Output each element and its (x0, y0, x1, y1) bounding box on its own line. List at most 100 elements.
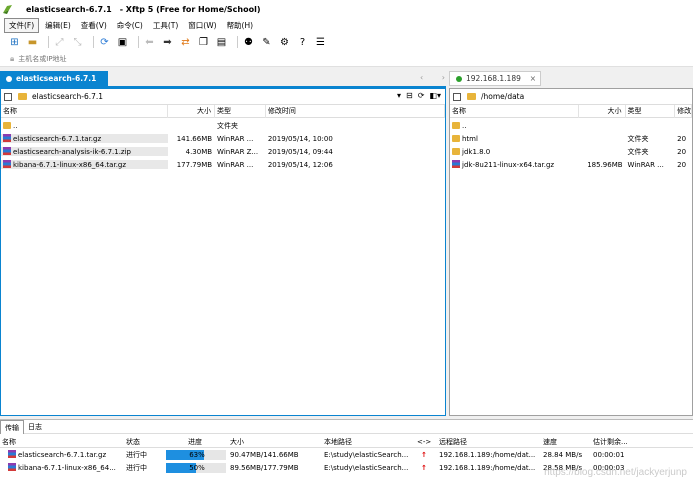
col-name[interactable]: 名称 (450, 104, 579, 118)
xftp-logo-icon (3, 4, 12, 14)
col-local-path[interactable]: 本地路径 (322, 437, 415, 447)
col-progress[interactable]: 进度 (162, 437, 228, 447)
file-type: 文件夹 (627, 134, 649, 143)
progress-label: 50% (189, 463, 205, 472)
chevron-down-icon[interactable]: ▾ (397, 91, 401, 100)
col-size[interactable]: 大小 (228, 437, 322, 447)
close-icon[interactable]: × (530, 74, 536, 83)
file-row[interactable]: .. (450, 119, 692, 132)
menu-window[interactable]: 窗口(W) (184, 19, 220, 32)
tab-local[interactable]: elasticsearch-6.7.1 (0, 71, 108, 86)
transfer-name: kibana-6.7.1-linux-x86_64... (0, 463, 124, 472)
col-speed[interactable]: 速度 (541, 437, 591, 447)
transfer-column-header: 名称 状态 进度 大小 本地路径 <-> 远程路径 速度 估计剩余... (0, 436, 693, 448)
transfer-progress: 50% (162, 462, 228, 473)
col-size[interactable]: 大小 (579, 104, 626, 118)
file-name-cell: .. (450, 121, 579, 130)
upload-arrow-icon: ↑ (421, 450, 427, 459)
refresh-icon[interactable]: ⟳ (98, 36, 111, 49)
help-icon[interactable]: ? (296, 36, 309, 49)
menu-help[interactable]: 帮助(H) (223, 19, 258, 32)
folder-icon (452, 134, 460, 142)
view-menu-icon[interactable]: ◧▾ (429, 91, 441, 100)
file-row[interactable]: jdk1.8.0 文件夹 20 (450, 145, 692, 158)
folder-icon (18, 93, 27, 100)
copy-icon[interactable]: ❐ (197, 36, 210, 49)
file-size: 177.79MB (176, 160, 213, 169)
tab-nav-arrows-icon[interactable]: ‹ › (420, 73, 453, 82)
file-name-cell: jdk1.8.0 (450, 147, 579, 156)
file-row[interactable]: kibana-6.7.1-linux-x86_64.tar.gz 177.79MB… (1, 158, 445, 171)
menu-command[interactable]: 命令(C) (113, 19, 147, 32)
menu-edit[interactable]: 编辑(E) (41, 19, 75, 32)
permissions-icon[interactable]: ⚉ (242, 36, 255, 49)
file-type: WinRAR ... (217, 134, 254, 143)
forward-arrow-icon[interactable]: ➡ (161, 36, 174, 49)
col-mtime[interactable]: 修改 (675, 104, 692, 118)
col-eta[interactable]: 估计剩余... (591, 437, 651, 447)
col-status[interactable]: 状态 (124, 437, 162, 447)
file-name: .. (13, 121, 18, 130)
properties-icon[interactable]: ✎ (260, 36, 273, 49)
col-type[interactable]: 类型 (215, 104, 266, 118)
settings-gear-icon[interactable]: ⚙ (278, 36, 291, 49)
sync-icon[interactable]: ⇄ (179, 36, 192, 49)
tab-log[interactable]: 日志 (24, 420, 46, 434)
file-row[interactable]: elasticsearch-6.7.1.tar.gz 141.66MB WinRAR… (1, 132, 445, 145)
folder-icon (3, 121, 11, 129)
paste-icon[interactable]: ▤ (215, 36, 228, 49)
file-name: .. (462, 121, 467, 130)
file-row[interactable]: elasticsearch-analysis-ik-6.7.1.zip 4.30M… (1, 145, 445, 158)
disconnect-icon[interactable]: ⤡ (71, 36, 84, 49)
file-type: WinRAR ... (217, 160, 254, 169)
back-arrow-icon[interactable]: ⬅ (143, 36, 156, 49)
refresh-icon[interactable]: ⟳ (418, 91, 425, 100)
folder-up-icon[interactable]: ⊟ (406, 91, 413, 100)
file-name-cell: html (450, 134, 579, 143)
col-mtime[interactable]: 修改时间 (266, 104, 445, 118)
archive-file-icon (3, 147, 11, 155)
window-subtitle: - Xftp 5 (Free for Home/School) (119, 4, 261, 14)
transfer-direction: ↑ (415, 464, 437, 472)
transfer-file-name: elasticsearch-6.7.1.tar.gz (18, 451, 107, 459)
transfer-speed: 28.84 MB/s (543, 450, 583, 459)
remote-path[interactable]: /home/data (481, 92, 524, 101)
file-size: 141.66MB (176, 134, 213, 143)
file-row[interactable]: jdk-8u211-linux-x64.tar.gz 185.96MB WinRAR… (450, 158, 692, 171)
col-size[interactable]: 大小 (168, 104, 216, 118)
file-name-cell: elasticsearch-6.7.1.tar.gz (1, 134, 169, 143)
tab-remote[interactable]: 192.168.1.189 × (449, 71, 541, 86)
connect-icon[interactable]: ⤢ (53, 36, 66, 49)
view-toggle-icon[interactable] (4, 92, 12, 101)
terminal-icon[interactable]: ▣ (116, 36, 129, 49)
view-toggle-icon[interactable] (453, 92, 461, 101)
toolbar-separator (237, 36, 238, 48)
transfer-size: 90.47MB/141.66MB (230, 450, 299, 459)
menu-tools[interactable]: 工具(T) (149, 19, 182, 32)
col-name[interactable]: 名称 (1, 104, 169, 118)
tab-remote-label: 192.168.1.189 (466, 74, 521, 83)
tab-status-dot-icon (6, 75, 12, 82)
file-mtime: 20 (677, 134, 687, 143)
comment-icon[interactable]: ☰ (314, 36, 327, 49)
col-type[interactable]: 类型 (626, 104, 676, 118)
new-session-icon[interactable]: ⊞ (8, 36, 21, 49)
transfer-row[interactable]: elasticsearch-6.7.1.tar.gz 进行中 63% 90.47MB/… (0, 448, 693, 461)
transfer-direction: ↑ (415, 451, 437, 459)
menu-file[interactable]: 文件(F) (4, 18, 40, 33)
host-input[interactable] (18, 54, 219, 63)
open-folder-icon[interactable]: ▬ (26, 36, 39, 49)
file-name: jdk-8u211-linux-x64.tar.gz (462, 161, 555, 169)
col-name[interactable]: 名称 (0, 437, 124, 447)
archive-file-icon (8, 450, 16, 458)
file-mtime: 2019/05/14, 10:00 (267, 134, 333, 143)
tab-transfer[interactable]: 传输 (0, 419, 24, 434)
col-remote-path[interactable]: 远程路径 (437, 437, 541, 447)
file-row[interactable]: .. 文件夹 (1, 119, 445, 132)
file-name-cell: kibana-6.7.1-linux-x86_64.tar.gz (1, 160, 169, 169)
menu-view[interactable]: 查看(V) (77, 19, 111, 32)
local-path[interactable]: elasticsearch-6.7.1 (32, 92, 103, 101)
col-direction[interactable]: <-> (415, 438, 437, 446)
file-row[interactable]: html 文件夹 20 (450, 132, 692, 145)
transfer-file-name: kibana-6.7.1-linux-x86_64... (18, 464, 116, 472)
